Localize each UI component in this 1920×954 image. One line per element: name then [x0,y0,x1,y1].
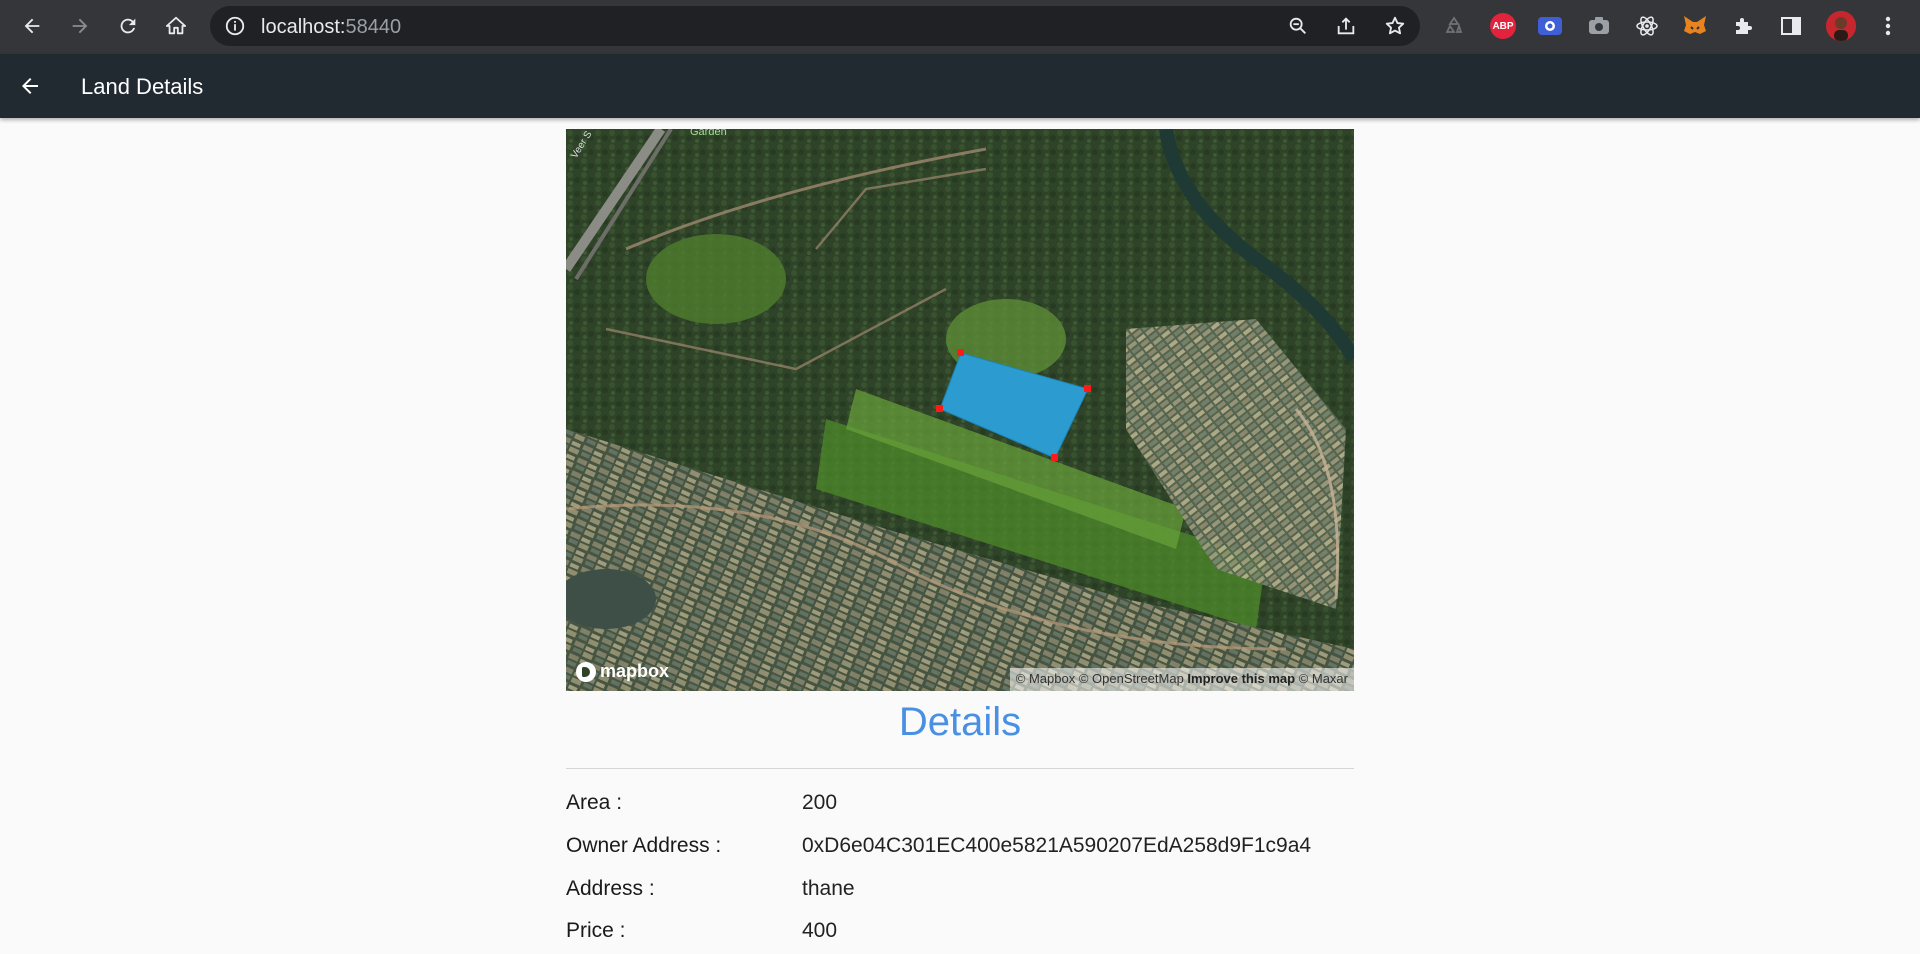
land-map[interactable]: Garden Veer S mapbox © Mapbox © OpenStre… [566,129,1354,691]
svg-text:Garden: Garden [690,129,727,138]
arrow-right-icon [72,18,88,34]
url-text[interactable]: localhost:58440 [261,16,401,39]
detail-row-owner-address: Owner Address : 0xD6e04C301EC400e5821A59… [566,834,1354,864]
address-bar[interactable]: localhost:58440 [210,6,1420,46]
app-bar: Land Details [0,54,1920,118]
browser-toolbar: localhost:58440 ABP [0,0,1920,54]
details-divider [566,768,1354,769]
arrow-left-icon [24,18,40,34]
browser-forward-button[interactable] [64,10,96,42]
home-icon [165,16,187,35]
metamask-fox-icon[interactable] [1682,13,1708,39]
adblock-plus-icon[interactable]: ABP [1490,13,1516,39]
react-devtools-icon[interactable] [1634,13,1660,39]
attribution-maxar-link[interactable]: © Maxar [1299,671,1348,686]
detail-row-address: Address : thane [566,877,1354,907]
detail-value: 0xD6e04C301EC400e5821A590207EdA258d9F1c9… [802,834,1312,857]
improve-map-link[interactable]: Improve this map [1187,671,1295,686]
browser-home-button[interactable] [160,10,192,42]
screen-capture-extension-icon[interactable] [1537,13,1563,39]
detail-label: Owner Address : [566,834,722,857]
zoom-icon[interactable] [1287,15,1309,37]
extensions-puzzle-icon[interactable] [1730,13,1756,39]
mapbox-logo-icon [576,661,596,682]
browser-reload-button[interactable] [112,10,144,42]
recycle-extension-icon[interactable] [1441,13,1467,39]
reload-icon [120,18,136,34]
detail-value: 400 [802,919,838,942]
mapbox-logo[interactable]: mapbox [576,661,669,682]
back-arrow-icon[interactable] [18,74,42,98]
attribution-mapbox-link[interactable]: © Mapbox [1016,671,1075,686]
detail-value: 200 [802,791,838,814]
profile-avatar[interactable] [1826,11,1856,41]
info-icon[interactable] [224,15,246,37]
detail-label: Price : [566,919,626,942]
parcel-vertex-marker[interactable] [957,349,964,356]
side-panel-icon[interactable] [1778,13,1804,39]
attribution-osm-link[interactable]: © OpenStreetMap [1079,671,1184,686]
browser-menu-icon[interactable] [1875,13,1901,39]
parcel-vertex-marker[interactable] [1084,385,1091,392]
parcel-vertex-marker[interactable] [936,405,943,412]
detail-row-area: Area : 200 [566,791,1354,821]
satellite-imagery: Garden Veer S [566,129,1354,691]
detail-row-price: Price : 400 [566,919,1354,949]
bookmark-star-icon[interactable] [1384,15,1406,37]
camera-extension-icon[interactable] [1586,13,1612,39]
detail-label: Address : [566,877,655,900]
detail-label: Area : [566,791,623,814]
parcel-vertex-marker[interactable] [1051,454,1058,461]
details-heading: Details [898,700,1022,744]
browser-back-button[interactable] [16,10,48,42]
page-title: Land Details [81,74,204,99]
map-attribution: © Mapbox © OpenStreetMap Improve this ma… [1009,668,1354,691]
detail-value: thane [802,877,855,900]
share-icon[interactable] [1335,15,1357,37]
